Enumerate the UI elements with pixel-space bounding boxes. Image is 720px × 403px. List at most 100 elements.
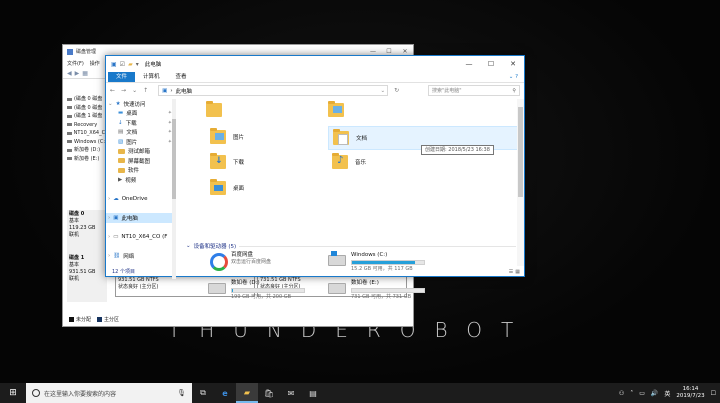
nav-scrollbar[interactable]	[172, 99, 176, 279]
chevron-down-icon[interactable]: ⌄	[108, 101, 113, 107]
folder-item[interactable]	[206, 101, 222, 117]
sidebar-item[interactable]: 屏幕截图	[106, 156, 175, 166]
devices-section-header[interactable]: ⌄ 设备和驱动器 (5)	[186, 242, 516, 250]
file-explorer-window[interactable]: ▣ ☑ ▰ ▾ 此电脑 — ☐ ✕ 文件 计算机 查看 ⌄ ? ← → ⌄ ↑ …	[105, 55, 525, 300]
large-icons-view-icon[interactable]: ▦	[515, 269, 520, 275]
back-arrow-icon[interactable]: ◀	[67, 70, 72, 77]
minimize-icon[interactable]: —	[365, 48, 381, 55]
mail-icon[interactable]: ✉	[280, 383, 302, 403]
sidebar-item[interactable]: ▬ 桌面 ✦	[106, 109, 175, 119]
windows-drive-icon	[328, 251, 346, 266]
back-arrow-icon[interactable]: ←	[110, 87, 115, 94]
expand-ribbon-icon[interactable]: ⌄ ?	[503, 72, 524, 82]
sidebar-item[interactable]: 软件	[106, 166, 175, 176]
scroll-thumb[interactable]	[172, 119, 176, 199]
picture-icon: ▧	[118, 138, 124, 145]
start-button[interactable]: ⊞	[0, 383, 26, 403]
search-input[interactable]: 搜索"此电脑" ⚲	[428, 85, 520, 96]
drive-e[interactable]: 数如卷 (E:) 731 GB 可用，共 731 GB	[328, 280, 425, 300]
volume-item[interactable]: (磁盘 0 磁盘	[67, 104, 109, 113]
forward-arrow-icon[interactable]: ▶	[75, 70, 80, 77]
chevron-right-icon[interactable]: ›	[108, 253, 110, 259]
up-arrow-icon[interactable]: ↑	[143, 87, 148, 94]
drive-d[interactable]: 数如卷 (D:) 199 GB 可用，共 200 GB	[208, 280, 305, 300]
edge-browser-icon[interactable]: e	[214, 383, 236, 403]
hard-drive-icon	[208, 283, 226, 294]
folder-item-music[interactable]: 音乐	[328, 151, 418, 173]
volume-item[interactable]: (磁盘 1 磁盘	[67, 112, 109, 121]
content-scrollbar[interactable]	[517, 99, 524, 266]
volume-item[interactable]: NT10_X64_CO	[67, 129, 109, 138]
tab-computer[interactable]: 计算机	[135, 72, 168, 82]
folder-icon[interactable]: ▰	[128, 61, 133, 68]
show-hidden-icons-icon[interactable]: ˄	[630, 390, 633, 397]
microphone-icon[interactable]: 🎙	[177, 389, 186, 397]
chevron-right-icon[interactable]: ›	[108, 234, 110, 240]
pictures-folder-icon	[210, 128, 226, 144]
sidebar-item[interactable]: › ▭ NT10_X64_CO (F	[106, 232, 175, 242]
task-view-icon[interactable]: ⧉	[192, 383, 214, 403]
sidebar-item[interactable]: ⌄ ★ 快速访问	[106, 99, 175, 109]
checkbox-icon[interactable]: ☑	[120, 61, 125, 68]
folder-item[interactable]	[328, 101, 344, 117]
sidebar-item[interactable]: › ▣ 此电脑	[106, 213, 175, 223]
sidebar-item[interactable]: ↓ 下载 ✦	[106, 118, 175, 128]
tab-file[interactable]: 文件	[108, 72, 136, 82]
computer-icon: ▣	[111, 60, 117, 68]
chevron-down-icon: ⌄	[186, 243, 191, 249]
volume-icon[interactable]: 🔊	[651, 390, 658, 397]
title-bar[interactable]: ▣ ☑ ▰ ▾ 此电脑 — ☐ ✕	[106, 56, 524, 72]
recent-dropdown-icon[interactable]: ⌄	[132, 87, 137, 94]
folder-item-pictures[interactable]: 图片	[208, 126, 298, 148]
action-center-icon[interactable]: ☐	[711, 390, 716, 397]
network-icon[interactable]: ▭	[639, 390, 645, 397]
people-icon[interactable]: ⚇	[619, 390, 624, 397]
taskbar-search-box[interactable]: 在这里输入你要搜索的内容 🎙	[26, 383, 192, 403]
scroll-thumb[interactable]	[518, 107, 523, 197]
menu-action[interactable]: 操作	[90, 60, 100, 67]
address-bar[interactable]: ▣ › 此电脑 ⌄	[158, 85, 389, 96]
input-method-indicator[interactable]: 英	[664, 389, 670, 398]
sidebar-item[interactable]: ▤ 文档 ✦	[106, 128, 175, 138]
sidebar-item[interactable]: › ☁ OneDrive	[106, 194, 175, 204]
star-icon: ★	[115, 100, 121, 107]
menu-file[interactable]: 文件(F)	[67, 60, 84, 67]
properties-icon[interactable]: ▦	[82, 70, 88, 77]
chevron-right-icon[interactable]: ›	[108, 196, 110, 202]
navigation-bar: ← → ⌄ ↑ ▣ › 此电脑 ⌄ ↻ 搜索"此电脑" ⚲	[106, 83, 524, 98]
volume-item[interactable]: 新加卷 (E:)	[67, 155, 109, 164]
folder-item-desktop[interactable]: 桌面	[208, 177, 298, 199]
chevron-right-icon[interactable]: ›	[108, 215, 110, 221]
volume-item[interactable]: (磁盘 0 磁盘	[67, 95, 109, 104]
close-icon[interactable]: ✕	[397, 48, 413, 55]
clock[interactable]: 16:14 2019/7/23	[676, 386, 704, 400]
sidebar-item[interactable]: 测试邮箱	[106, 147, 175, 157]
breadcrumb-separator-icon[interactable]: ›	[170, 88, 172, 94]
tab-view[interactable]: 查看	[168, 72, 195, 82]
drive-free-space: 15.2 GB 可用，共 117 GB	[351, 266, 413, 272]
sidebar-item[interactable]: ▶ 视频	[106, 175, 175, 185]
maximize-icon[interactable]: ☐	[480, 60, 502, 68]
disk-1-info[interactable]: 磁盘 1 基本 931.51 GB 联机	[67, 254, 107, 302]
refresh-icon[interactable]: ↻	[394, 87, 399, 94]
volume-item[interactable]: Recovery	[67, 121, 109, 130]
file-explorer-taskbar-icon[interactable]: ▰	[236, 383, 258, 403]
folder-item-downloads[interactable]: 下载	[208, 151, 298, 173]
maximize-icon[interactable]: ☐	[381, 48, 397, 55]
volume-item[interactable]: 新加卷 (D:)	[67, 146, 109, 155]
drive-baidu[interactable]: 百度网盘 双击运行百度网盘	[208, 252, 271, 271]
breadcrumb-this-pc[interactable]: 此电脑	[176, 87, 193, 95]
search-icon: ⚲	[512, 87, 516, 94]
sidebar-item[interactable]: ▧ 图片 ✦	[106, 137, 175, 147]
sidebar-item[interactable]: › ⛓ 网络	[106, 251, 175, 261]
store-icon[interactable]: 🛍	[258, 383, 280, 403]
close-icon[interactable]: ✕	[502, 60, 524, 68]
details-view-icon[interactable]: ☰	[509, 269, 513, 275]
minimize-icon[interactable]: —	[458, 60, 480, 68]
drive-c[interactable]: Windows (C:) 15.2 GB 可用，共 117 GB	[328, 251, 425, 272]
disk-management-taskbar-icon[interactable]: ▤	[302, 383, 324, 403]
dropdown-icon[interactable]: ▾	[136, 61, 139, 68]
forward-arrow-icon[interactable]: →	[121, 87, 126, 94]
address-dropdown-icon[interactable]: ⌄	[381, 88, 388, 94]
volume-item[interactable]: Windows (C:	[67, 138, 109, 147]
